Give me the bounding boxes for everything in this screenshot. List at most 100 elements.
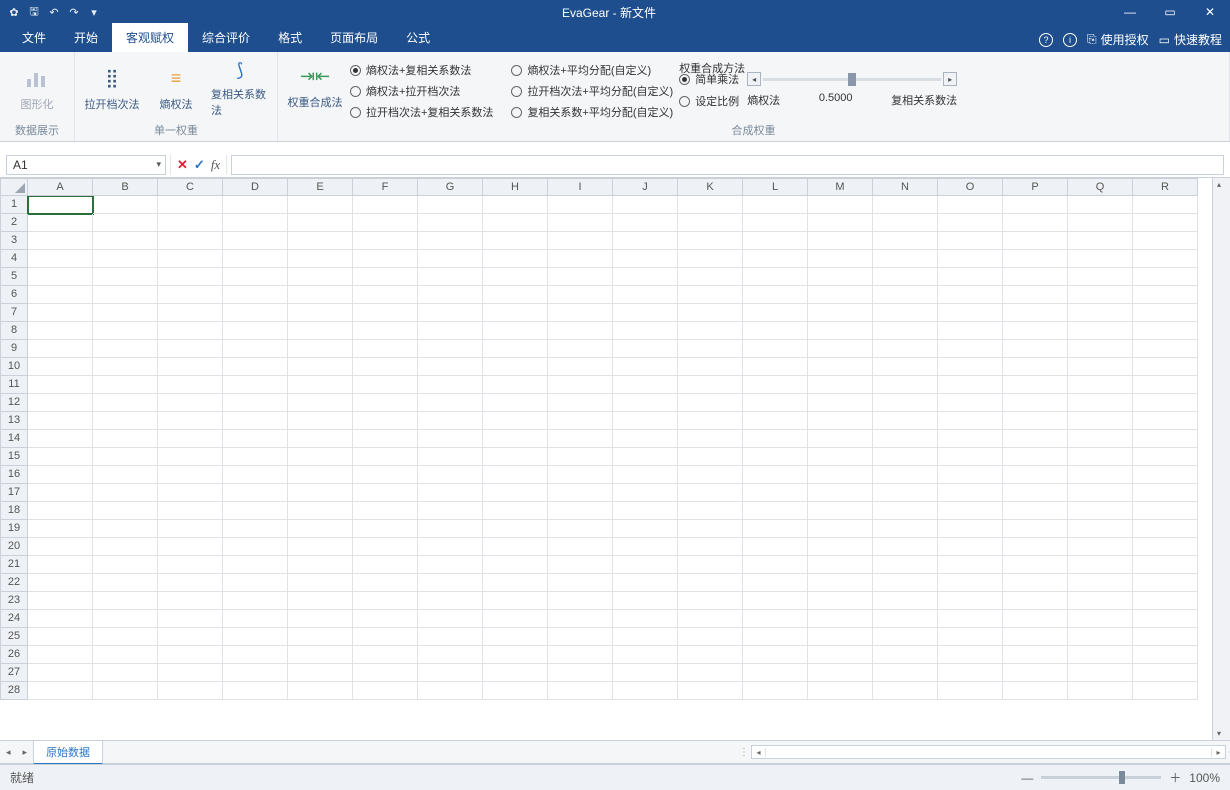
- cell[interactable]: [1133, 538, 1198, 556]
- cell[interactable]: [743, 682, 808, 700]
- cell[interactable]: [288, 268, 353, 286]
- cell[interactable]: [418, 520, 483, 538]
- cell[interactable]: [353, 538, 418, 556]
- row-header[interactable]: 3: [0, 232, 28, 250]
- cell[interactable]: [938, 646, 1003, 664]
- row-header[interactable]: 14: [0, 430, 28, 448]
- zoom-in-icon[interactable]: ＋: [1169, 769, 1181, 786]
- cell[interactable]: [223, 250, 288, 268]
- cell[interactable]: [353, 268, 418, 286]
- cell[interactable]: [1003, 682, 1068, 700]
- cell[interactable]: [288, 682, 353, 700]
- col-header[interactable]: N: [873, 178, 938, 196]
- cell[interactable]: [223, 322, 288, 340]
- cell[interactable]: [743, 466, 808, 484]
- col-header[interactable]: B: [93, 178, 158, 196]
- cell[interactable]: [93, 682, 158, 700]
- cell[interactable]: [548, 610, 613, 628]
- cell[interactable]: [28, 232, 93, 250]
- cell[interactable]: [28, 502, 93, 520]
- cell[interactable]: [158, 394, 223, 412]
- cell[interactable]: [158, 466, 223, 484]
- cell[interactable]: [873, 214, 938, 232]
- cell[interactable]: [483, 682, 548, 700]
- cell[interactable]: [938, 538, 1003, 556]
- cell[interactable]: [418, 610, 483, 628]
- cell[interactable]: [158, 538, 223, 556]
- cell[interactable]: [223, 232, 288, 250]
- cell[interactable]: [938, 286, 1003, 304]
- sheet-nav-prev[interactable]: ◂: [0, 747, 17, 758]
- cell[interactable]: [548, 268, 613, 286]
- cell[interactable]: [288, 412, 353, 430]
- cell[interactable]: [93, 646, 158, 664]
- cell[interactable]: [28, 394, 93, 412]
- cell[interactable]: [288, 592, 353, 610]
- cell[interactable]: [223, 376, 288, 394]
- cell[interactable]: [808, 682, 873, 700]
- cell[interactable]: [93, 466, 158, 484]
- cell[interactable]: [1003, 448, 1068, 466]
- cell[interactable]: [1068, 628, 1133, 646]
- row-header[interactable]: 10: [0, 358, 28, 376]
- row-header[interactable]: 15: [0, 448, 28, 466]
- row-header[interactable]: 12: [0, 394, 28, 412]
- row-header[interactable]: 13: [0, 412, 28, 430]
- spread-method-button[interactable]: ⣿拉开档次法: [83, 58, 141, 118]
- cell[interactable]: [223, 358, 288, 376]
- cell[interactable]: [353, 430, 418, 448]
- tab-format[interactable]: 格式: [264, 23, 316, 52]
- row-header[interactable]: 2: [0, 214, 28, 232]
- row-header[interactable]: 9: [0, 340, 28, 358]
- cell[interactable]: [808, 286, 873, 304]
- cell[interactable]: [1068, 592, 1133, 610]
- cell[interactable]: [678, 538, 743, 556]
- cell[interactable]: [28, 268, 93, 286]
- zoom-out-icon[interactable]: —: [1021, 771, 1033, 785]
- cell[interactable]: [678, 340, 743, 358]
- cell[interactable]: [1003, 574, 1068, 592]
- cell[interactable]: [223, 214, 288, 232]
- row-header[interactable]: 25: [0, 628, 28, 646]
- cell[interactable]: [743, 376, 808, 394]
- cell[interactable]: [873, 574, 938, 592]
- cell[interactable]: [418, 304, 483, 322]
- cell[interactable]: [1068, 610, 1133, 628]
- cell[interactable]: [873, 340, 938, 358]
- cell[interactable]: [548, 394, 613, 412]
- cell[interactable]: [743, 232, 808, 250]
- cell[interactable]: [873, 196, 938, 214]
- redo-icon[interactable]: ↷: [66, 4, 82, 20]
- cell[interactable]: [1003, 664, 1068, 682]
- cell[interactable]: [808, 376, 873, 394]
- cell[interactable]: [158, 412, 223, 430]
- cell[interactable]: [743, 430, 808, 448]
- cell[interactable]: [483, 556, 548, 574]
- cell[interactable]: [1068, 394, 1133, 412]
- row-header[interactable]: 26: [0, 646, 28, 664]
- cell[interactable]: [158, 574, 223, 592]
- cell[interactable]: [873, 664, 938, 682]
- cell[interactable]: [158, 430, 223, 448]
- cell[interactable]: [938, 340, 1003, 358]
- chart-button[interactable]: 图形化: [8, 58, 66, 118]
- cell[interactable]: [353, 502, 418, 520]
- cell[interactable]: [938, 322, 1003, 340]
- row-header[interactable]: 21: [0, 556, 28, 574]
- tab-objective-weight[interactable]: 客观赋权: [112, 23, 188, 52]
- cell[interactable]: [483, 502, 548, 520]
- cell[interactable]: [288, 556, 353, 574]
- cell[interactable]: [873, 232, 938, 250]
- cell[interactable]: [1003, 556, 1068, 574]
- cell[interactable]: [1003, 502, 1068, 520]
- cell[interactable]: [873, 466, 938, 484]
- cell[interactable]: [353, 196, 418, 214]
- cell[interactable]: [1003, 430, 1068, 448]
- cell[interactable]: [28, 610, 93, 628]
- select-all-corner[interactable]: [0, 178, 28, 196]
- cell[interactable]: [678, 250, 743, 268]
- cell[interactable]: [483, 592, 548, 610]
- cell[interactable]: [353, 682, 418, 700]
- cell[interactable]: [678, 664, 743, 682]
- cell[interactable]: [483, 448, 548, 466]
